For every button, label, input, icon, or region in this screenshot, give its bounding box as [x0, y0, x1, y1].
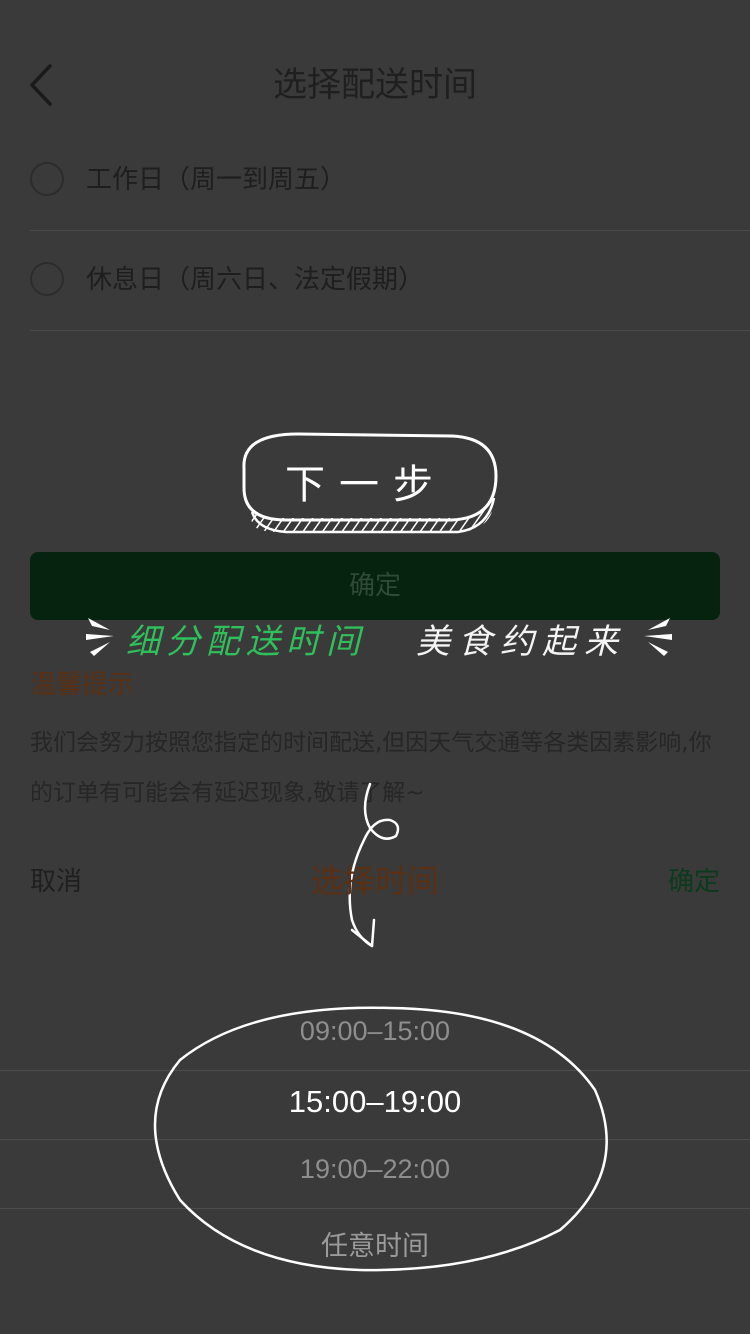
picker-confirm-button[interactable]: 确定 — [668, 862, 720, 902]
picker-divider — [0, 1139, 750, 1140]
next-step-label: 下一步 — [285, 462, 447, 508]
picker-divider — [0, 1070, 750, 1071]
option-holiday[interactable]: 休息日（周六日、法定假期） — [30, 230, 750, 331]
option-holiday-label: 休息日（周六日、法定假期） — [86, 265, 425, 295]
time-slot-any[interactable]: 任意时间 — [0, 1224, 750, 1263]
spark-icon — [644, 618, 672, 656]
radio-icon[interactable] — [30, 262, 64, 296]
radio-icon[interactable] — [30, 162, 64, 196]
time-slot-selected[interactable]: 15:00–19:00 — [0, 1084, 750, 1120]
delivery-time-page: 选择配送时间 工作日（周一到周五） 休息日（周六日、法定假期） 下一步 确定 细… — [0, 0, 750, 1334]
banner-green-text: 细分配送时间 — [126, 622, 366, 662]
promo-banner: 细分配送时间 美食约起来 — [84, 612, 674, 662]
time-slot[interactable]: 19:00–22:00 — [0, 1154, 750, 1185]
picker-divider — [0, 1208, 750, 1209]
tips-title: 温馨提示 — [30, 670, 135, 700]
spark-icon — [86, 618, 114, 656]
option-workday[interactable]: 工作日（周一到周五） — [30, 130, 750, 231]
option-workday-label: 工作日（周一到周五） — [86, 165, 347, 195]
time-slot[interactable]: 09:00–15:00 — [0, 1016, 750, 1047]
confirm-button[interactable]: 确定 — [30, 552, 720, 620]
next-step-button[interactable]: 下一步 — [238, 428, 500, 538]
page-title: 选择配送时间 — [273, 65, 477, 105]
banner-white-text: 美食约起来 — [416, 622, 626, 662]
picker-title: 选择时间 — [310, 862, 439, 900]
